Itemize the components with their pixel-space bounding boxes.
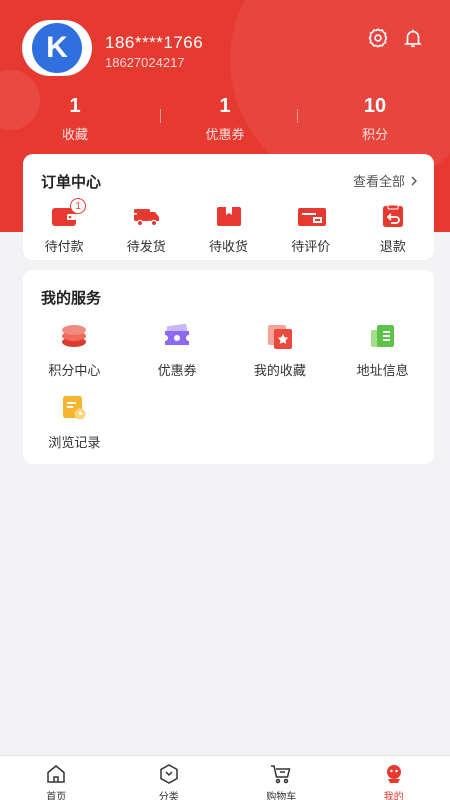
user-phone: 18627024217 (105, 55, 185, 70)
stat-label: 积分 (361, 128, 388, 143)
service-address-info[interactable]: 地址信息 (331, 322, 434, 382)
stat-points[interactable]: 10 积分 (300, 95, 450, 145)
address-icon (369, 322, 397, 350)
stat-divider (297, 109, 298, 123)
mine-icon (383, 763, 405, 785)
tab-mine[interactable]: 我的 (338, 756, 450, 800)
stat-label: 优惠券 (205, 128, 245, 143)
stat-value: 1 (219, 95, 231, 117)
avatar[interactable]: K (22, 20, 92, 76)
service-points-center[interactable]: 积分中心 (23, 322, 126, 382)
home-icon (45, 763, 67, 785)
box-icon (215, 204, 243, 228)
wallet-icon: 1 (50, 198, 87, 228)
order-center-title: 订单中心 (41, 173, 102, 191)
chevron-right-icon (411, 176, 417, 185)
service-label: 积分中心 (48, 364, 101, 379)
cart-icon (270, 763, 292, 785)
service-coupons[interactable]: 优惠券 (126, 322, 229, 382)
history-icon (60, 394, 88, 422)
my-services-card: 我的服务 积分中心 优惠券 我的收藏 地址信息 浏览记录 (23, 270, 434, 464)
gear-icon[interactable] (366, 26, 390, 50)
order-label: 待发货 (126, 240, 166, 255)
service-label: 地址信息 (356, 364, 409, 379)
tab-label: 首页 (46, 792, 67, 800)
order-pending-shipment[interactable]: 待发货 (105, 204, 187, 260)
order-refund[interactable]: 退款 (352, 204, 434, 260)
services-row: 浏览记录 (23, 394, 434, 454)
tab-home[interactable]: 首页 (0, 756, 113, 800)
tab-label: 购物车 (266, 792, 297, 800)
bottom-tab-bar: 首页 分类 购物车 我的 (0, 755, 450, 800)
stat-value: 1 (69, 95, 81, 117)
service-label: 优惠券 (157, 364, 197, 379)
stat-coupons[interactable]: 1 优惠券 (150, 95, 300, 145)
coins-icon (60, 322, 88, 350)
stat-divider (160, 109, 161, 123)
order-label: 退款 (379, 240, 406, 255)
truck-icon (132, 204, 160, 228)
bell-icon[interactable] (401, 26, 425, 50)
ticket-icon (163, 322, 191, 350)
stats-bar: 1 收藏 1 优惠券 10 积分 (0, 95, 450, 145)
order-label: 待收货 (209, 240, 249, 255)
tab-cart[interactable]: 购物车 (225, 756, 338, 800)
service-label: 我的收藏 (253, 364, 306, 379)
stat-label: 收藏 (61, 128, 88, 143)
service-my-favorites[interactable]: 我的收藏 (229, 322, 332, 382)
stat-favorites[interactable]: 1 收藏 (0, 95, 150, 145)
order-center-card: 订单中心 查看全部 1 待付款 待发货 待收货 待评价 退款 (23, 154, 434, 260)
service-browsing-history[interactable]: 浏览记录 (23, 394, 126, 454)
order-label: 待付款 (44, 240, 84, 255)
star-folder-icon (266, 322, 294, 350)
tab-category[interactable]: 分类 (113, 756, 226, 800)
tab-label: 我的 (383, 792, 404, 800)
order-status-grid: 1 待付款 待发货 待收货 待评价 退款 (23, 198, 434, 260)
category-icon (158, 763, 180, 785)
tab-label: 分类 (158, 792, 179, 800)
my-services-title: 我的服务 (41, 289, 102, 307)
service-label: 浏览记录 (48, 436, 101, 451)
user-name: 186****1766 (105, 33, 204, 52)
order-pending-review[interactable]: 待评价 (270, 204, 352, 260)
stat-value: 10 (363, 95, 387, 117)
order-pending-receipt[interactable]: 待收货 (187, 204, 269, 260)
avatar-logo: K (32, 23, 82, 73)
refund-icon (379, 204, 407, 228)
order-badge: 1 (70, 198, 87, 214)
view-all-label: 查看全部 (352, 175, 405, 190)
services-row: 积分中心 优惠券 我的收藏 地址信息 (23, 322, 434, 382)
view-all-orders-link[interactable]: 查看全部 (353, 171, 420, 190)
order-pending-payment[interactable]: 1 待付款 (23, 198, 105, 260)
comment-icon (297, 204, 326, 228)
order-label: 待评价 (291, 240, 331, 255)
